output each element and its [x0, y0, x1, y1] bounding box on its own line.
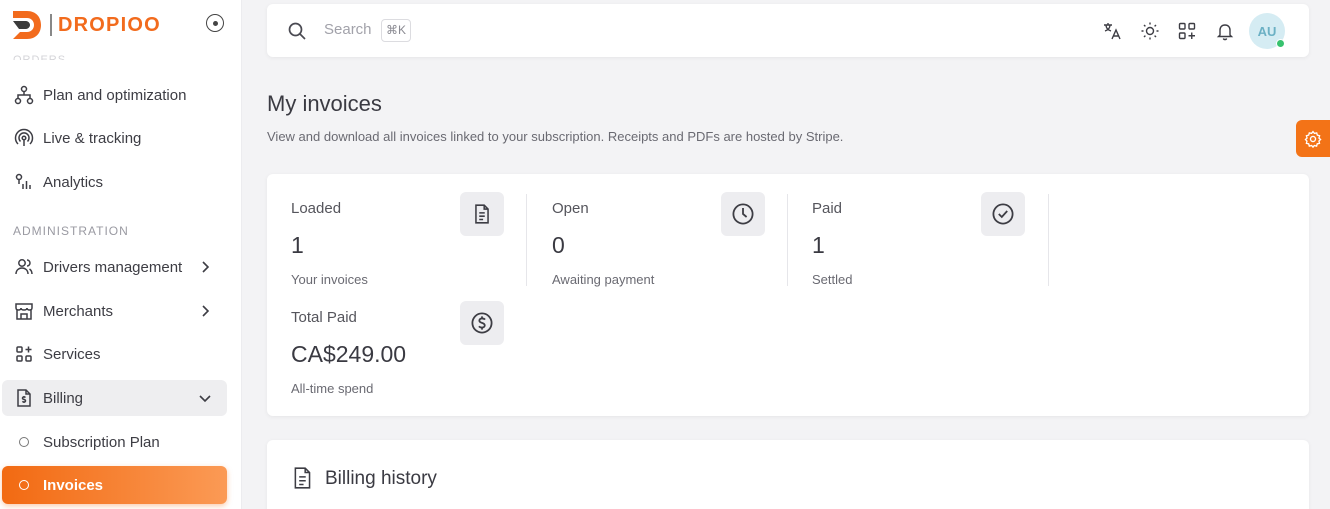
theme-sun-icon[interactable] [1140, 21, 1160, 41]
search-icon[interactable] [287, 21, 307, 41]
sidebar-item-services[interactable]: Services [2, 336, 227, 372]
brand[interactable]: DROPIOO [10, 8, 161, 42]
stat-hint: All-time spend [291, 381, 374, 396]
billing-history-card: Billing history [267, 440, 1309, 509]
sidebar-item-label: Services [43, 345, 101, 363]
sidebar-item-label: Drivers management [43, 258, 183, 276]
stat-hint: Settled [812, 272, 853, 287]
analytics-icon [14, 172, 34, 192]
sidebar-item-label: Live & tracking [43, 129, 142, 147]
stat-icon-tile [981, 192, 1025, 236]
sidebar-item-label: Analytics [43, 173, 104, 191]
grid-icon [14, 344, 34, 364]
sidebar-item-label: Subscription Plan [43, 433, 160, 451]
stat-total-paid: Total Paid CA$249.00 All-time spend [291, 301, 531, 405]
sidebar-item-label: Invoices [43, 476, 104, 494]
chevron-down-icon [199, 395, 211, 403]
file-invoice-icon [294, 467, 311, 489]
stat-hint: Your invoices [291, 272, 368, 287]
bell-icon[interactable] [1215, 21, 1235, 41]
stat-open: Open 0 Awaiting payment [552, 192, 792, 296]
stat-value: CA$249.00 [291, 341, 407, 367]
sidebar-collapse-button[interactable] [206, 14, 224, 32]
sidebar-item-drivers-management[interactable]: Drivers management [2, 249, 227, 285]
brand-name: DROPIOO [50, 14, 161, 36]
sidebar-item-label: Merchants [43, 302, 114, 320]
route-icon [14, 85, 34, 105]
stat-icon-tile [460, 192, 504, 236]
sidebar-item-subscription-plan[interactable]: Subscription Plan [2, 424, 227, 460]
stat-label: Total Paid [291, 309, 357, 326]
dollar-circle-icon [471, 312, 493, 334]
avatar[interactable]: AU [1249, 13, 1285, 49]
dropioo-logo-icon [13, 11, 41, 39]
gear-icon [1304, 130, 1322, 148]
circle-bullet-icon [19, 480, 29, 490]
sidebar-item-label: Plan and optimization [43, 86, 187, 104]
stat-divider [1048, 194, 1049, 286]
customizer-settings-button[interactable] [1296, 120, 1330, 157]
users-icon [14, 257, 34, 277]
stat-divider [526, 194, 527, 286]
receipt-icon [14, 388, 34, 408]
page-subtitle: View and download all invoices linked to… [267, 129, 844, 144]
avatar-initials: AU [1257, 23, 1277, 39]
stat-label: Loaded [291, 200, 342, 217]
sidebar-item-merchants[interactable]: Merchants [2, 293, 227, 329]
clock-icon [732, 203, 754, 225]
stat-hint: Awaiting payment [552, 272, 655, 287]
stat-icon-tile [721, 192, 765, 236]
sidebar-item-invoices[interactable]: Invoices [2, 466, 227, 504]
store-icon [14, 301, 34, 321]
chevron-right-icon [202, 261, 210, 273]
online-status-dot [1276, 39, 1285, 48]
section-label-administration: ADMINISTRATION [13, 224, 129, 238]
stat-value: 1 [812, 232, 825, 258]
translate-icon[interactable] [1102, 21, 1122, 41]
chevron-right-icon [202, 305, 210, 317]
stat-value: 1 [291, 232, 304, 258]
sidebar: DROPIOO ORDERS Plan and optimization Liv… [0, 0, 242, 509]
stat-label: Open [552, 200, 589, 217]
stat-value: 0 [552, 232, 565, 258]
radar-icon [14, 128, 34, 148]
invoice-stats-card: Loaded 1 Your invoices Open 0 Awaiting p… [267, 174, 1309, 416]
circle-bullet-icon [19, 437, 29, 447]
apps-icon[interactable] [1177, 21, 1197, 41]
sidebar-item-label: Billing [43, 389, 84, 407]
top-bar: Search ⌘K AU [267, 4, 1309, 57]
check-circle-icon [992, 203, 1014, 225]
search-shortcut-badge: ⌘K [381, 19, 412, 42]
stat-icon-tile [460, 301, 504, 345]
radio-dot-icon [212, 20, 218, 26]
section-label-orders: ORDERS [13, 54, 67, 60]
billing-history-title: Billing history [325, 468, 437, 489]
stat-divider [787, 194, 788, 286]
sidebar-item-plan-optimization[interactable]: Plan and optimization [2, 77, 227, 113]
file-invoice-icon [475, 204, 489, 224]
sidebar-item-analytics[interactable]: Analytics [2, 164, 227, 200]
search-input[interactable]: Search [324, 21, 372, 38]
stat-paid: Paid 1 Settled [812, 192, 1052, 296]
sidebar-item-live-tracking[interactable]: Live & tracking [2, 120, 227, 156]
stat-label: Paid [812, 200, 843, 217]
page-title: My invoices [267, 91, 382, 116]
sidebar-item-billing[interactable]: Billing [2, 380, 227, 416]
stat-loaded: Loaded 1 Your invoices [291, 192, 531, 296]
